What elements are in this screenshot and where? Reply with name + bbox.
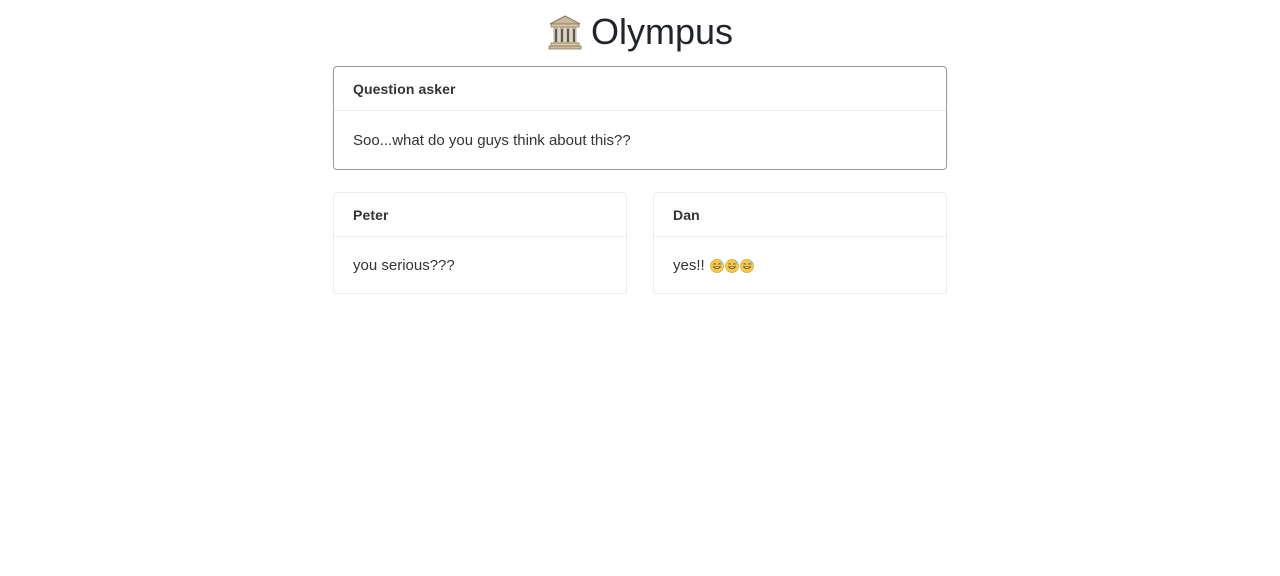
question-text: Soo...what do you guys think about this?… <box>353 131 631 149</box>
reply-text: yes!! <box>654 237 946 294</box>
classical-building-icon <box>547 14 583 50</box>
reply-text-content: yes!! <box>673 257 705 274</box>
emoji-group <box>709 258 754 273</box>
reply-author: Dan <box>654 193 946 237</box>
question-card: Question asker Soo...what do you guys th… <box>333 66 947 170</box>
reply-card: Dan yes!! <box>653 192 947 294</box>
app-title: Olympus <box>590 11 734 52</box>
reply-text-content: you serious??? <box>353 257 455 274</box>
grinning-sweat-icon <box>739 258 754 273</box>
app-header: Olympus <box>0 8 1280 56</box>
grinning-sweat-icon <box>709 258 724 273</box>
reply-card: Peter you serious??? <box>333 192 627 294</box>
question-author: Question asker <box>334 67 946 111</box>
reply-text: you serious??? <box>334 237 626 294</box>
page: Olympus Question asker Soo...what do you… <box>0 0 1280 576</box>
reply-author: Peter <box>334 193 626 237</box>
grinning-sweat-icon <box>724 258 739 273</box>
